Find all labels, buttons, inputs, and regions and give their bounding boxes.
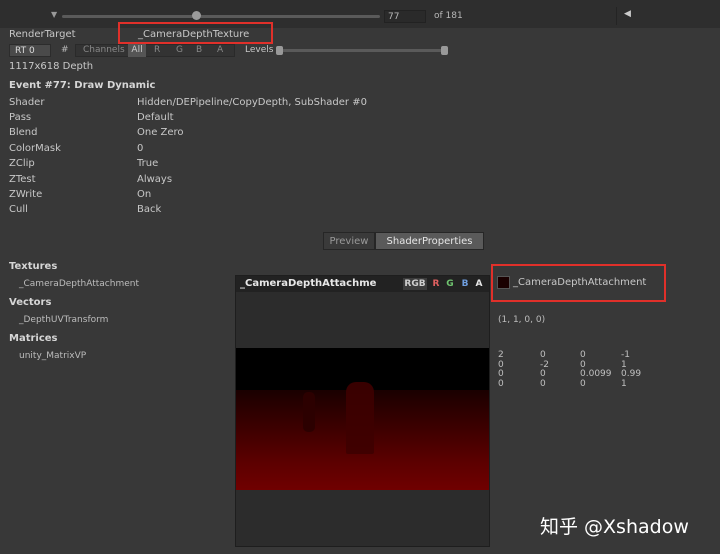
view-tabs: Preview ShaderProperties	[323, 232, 484, 250]
matrix-cell: 0	[540, 378, 546, 389]
preview-channel-a-button[interactable]: A	[474, 278, 484, 290]
event-title: Event #77: Draw Dynamic	[9, 80, 156, 91]
vector-property-name: _DepthUVTransform	[19, 315, 109, 325]
detail-label: ColorMask	[9, 143, 61, 154]
detail-label: Cull	[9, 204, 28, 215]
channel-all-button[interactable]: All	[128, 44, 146, 57]
detail-label: ZWrite	[9, 189, 43, 200]
matrix-cell: 1	[621, 378, 627, 389]
detail-value: 0	[137, 143, 144, 154]
texture-property-name: _CameraDepthAttachment	[19, 279, 139, 289]
levels-max-handle[interactable]	[441, 46, 448, 55]
detail-value: Back	[137, 204, 162, 215]
detail-label: ZTest	[9, 174, 36, 185]
frame-slider-handle[interactable]	[192, 11, 201, 20]
frame-toolbar	[0, 0, 720, 28]
hash-label: #	[61, 45, 69, 55]
render-target-label: RenderTarget	[9, 29, 76, 40]
vector-value: (1, 1, 0, 0)	[498, 315, 546, 325]
levels-min-handle[interactable]	[276, 46, 283, 55]
matrix-cell: 0	[498, 378, 504, 389]
preview-channel-rgb-button[interactable]: RGB	[403, 278, 427, 290]
detail-value: Default	[137, 112, 174, 123]
dropdown-arrow-icon[interactable]: ▼	[51, 10, 57, 19]
channels-label: Channels	[83, 45, 125, 55]
prev-event-icon[interactable]: ◀	[624, 9, 631, 19]
levels-slider[interactable]	[278, 49, 448, 52]
render-target-select[interactable]: RT 0	[9, 44, 51, 57]
texture-thumbnail[interactable]	[497, 276, 510, 289]
frame-slider[interactable]	[62, 15, 380, 18]
vectors-section-title: Vectors	[9, 297, 52, 308]
detail-label: Shader	[9, 97, 45, 108]
matrix-property-name: unity_MatrixVP	[19, 351, 87, 361]
levels-label: Levels	[245, 45, 274, 55]
preview-channel-g-button[interactable]: G	[445, 278, 455, 290]
tab-preview[interactable]: Preview	[323, 232, 375, 250]
prev-next-group	[616, 7, 720, 25]
detail-value: Always	[137, 174, 173, 185]
preview-channel-b-button[interactable]: B	[460, 278, 470, 290]
channel-r-button[interactable]: R	[154, 45, 160, 55]
detail-value: On	[137, 189, 152, 200]
channel-g-button[interactable]: G	[176, 45, 183, 55]
watermark-text: 知乎 @Xshadow	[540, 516, 689, 538]
matrix-cell: 0	[580, 378, 586, 389]
depth-silhouette-figure	[303, 392, 315, 432]
detail-value: One Zero	[137, 127, 184, 138]
frame-index-field[interactable]: 77	[384, 10, 426, 23]
channel-b-button[interactable]: B	[196, 45, 202, 55]
channel-a-button[interactable]: A	[217, 45, 223, 55]
detail-label: Blend	[9, 127, 38, 138]
detail-label: ZClip	[9, 158, 35, 169]
preview-channel-r-button[interactable]: R	[431, 278, 441, 290]
detail-value: Hidden/DEPipeline/CopyDepth, SubShader #…	[137, 97, 367, 108]
detail-value: True	[137, 158, 159, 169]
detail-label: Pass	[9, 112, 32, 123]
tab-shader-properties[interactable]: ShaderProperties	[375, 232, 484, 250]
resolution-label: 1117x618 Depth	[9, 61, 94, 72]
texture-value-name: _CameraDepthAttachment	[513, 277, 647, 288]
frame-total-label: of 181	[434, 11, 463, 21]
matrices-section-title: Matrices	[9, 333, 58, 344]
textures-section-title: Textures	[9, 261, 58, 272]
depth-silhouette-figure	[346, 382, 374, 454]
render-target-value: _CameraDepthTexture	[138, 29, 250, 40]
texture-preview-title: _CameraDepthAttachme	[240, 278, 377, 289]
